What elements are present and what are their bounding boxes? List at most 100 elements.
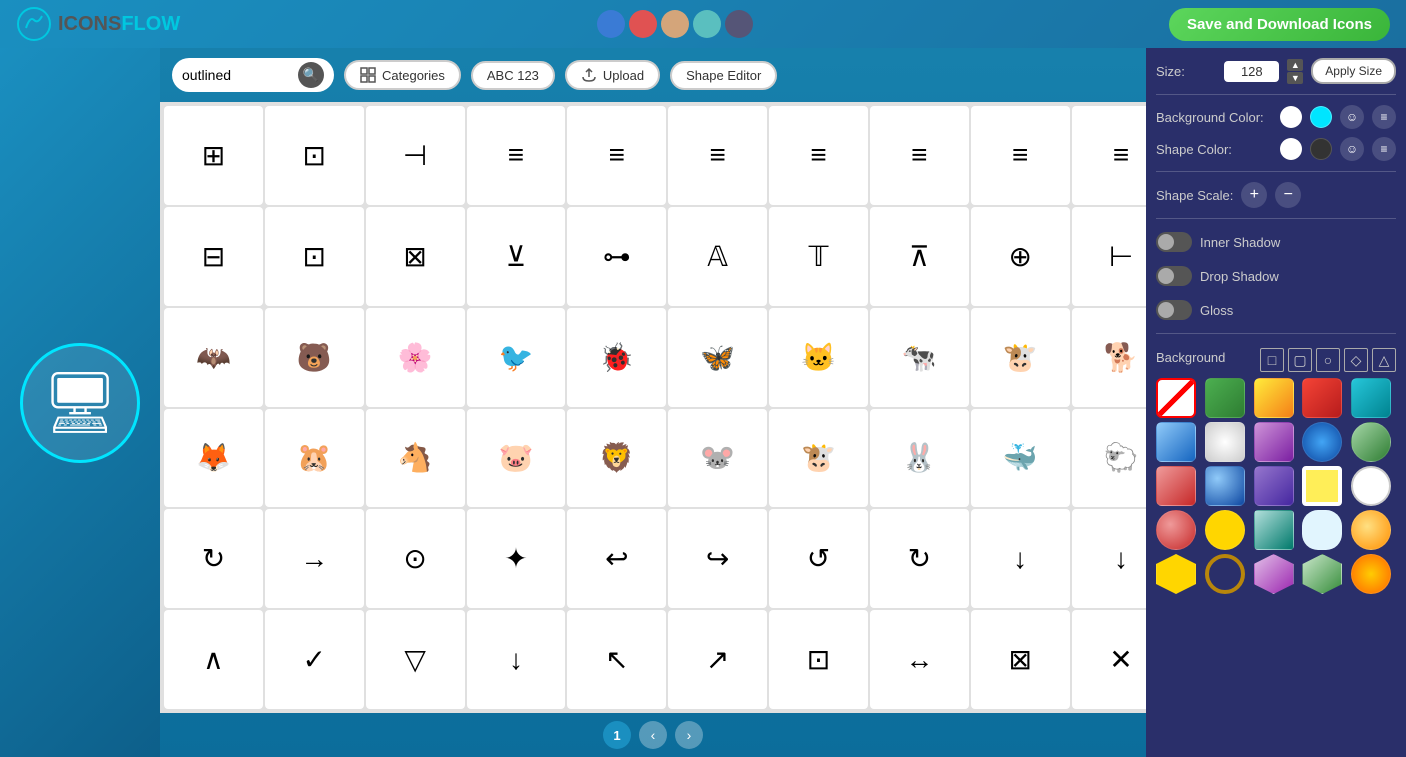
size-input[interactable] — [1224, 61, 1279, 82]
icon-cell[interactable]: ↖ — [567, 610, 666, 709]
icon-cell[interactable]: ≡ — [668, 106, 767, 205]
bg-swatch-blue-shiny[interactable] — [1205, 466, 1245, 506]
bg-swatch-white-circle[interactable] — [1351, 466, 1391, 506]
icon-cell[interactable]: 🐮 — [769, 409, 868, 508]
bg-swatch-ring[interactable] — [1205, 554, 1245, 594]
icon-cell[interactable]: ↓ — [1072, 509, 1146, 608]
icon-cell[interactable]: 🐞 — [567, 308, 666, 407]
icon-cell[interactable]: ↻ — [164, 509, 263, 608]
bg-swatch-gold[interactable] — [1351, 510, 1391, 550]
shape-color-more-button[interactable]: ≡ — [1372, 137, 1396, 161]
icon-cell[interactable]: ⊢ — [1072, 207, 1146, 306]
icon-cell[interactable]: 🐰 — [870, 409, 969, 508]
bg-color-pick-button[interactable]: ☺ — [1340, 105, 1364, 129]
icon-cell[interactable]: → — [265, 509, 364, 608]
bg-swatch-light-blue[interactable] — [1156, 422, 1196, 462]
bg-swatch-mint[interactable] — [1254, 510, 1294, 550]
search-input[interactable] — [182, 67, 292, 83]
bg-swatch-lime[interactable] — [1351, 422, 1391, 462]
icon-cell[interactable]: ↔ — [870, 610, 969, 709]
icon-cell[interactable]: ⊠ — [971, 610, 1070, 709]
icon-cell[interactable]: 🐹 — [265, 409, 364, 508]
bg-swatch-hexagon[interactable] — [1156, 554, 1196, 594]
icon-cell[interactable]: ⊡ — [265, 106, 364, 205]
icon-cell[interactable]: ⊞ — [164, 106, 263, 205]
icon-cell[interactable]: ∧ — [164, 610, 263, 709]
icon-cell[interactable]: 🐭 — [668, 409, 767, 508]
icon-cell[interactable]: 🐮 — [971, 308, 1070, 407]
icon-cell[interactable]: 🐕 — [1072, 308, 1146, 407]
icon-cell[interactable]: ▽ — [366, 610, 465, 709]
icon-cell[interactable]: 🐦 — [467, 308, 566, 407]
icon-cell[interactable]: ⊼ — [870, 207, 969, 306]
bg-swatch-sun[interactable] — [1205, 510, 1245, 550]
icon-cell[interactable]: 🦋 — [668, 308, 767, 407]
icon-cell[interactable]: 🐷 — [467, 409, 566, 508]
icon-cell[interactable]: ↓ — [467, 610, 566, 709]
icon-cell[interactable]: 🦇 — [164, 308, 263, 407]
gloss-toggle[interactable] — [1156, 300, 1192, 320]
icon-cell[interactable]: ⊡ — [769, 610, 868, 709]
icon-cell[interactable]: 🦁 — [567, 409, 666, 508]
scale-plus-button[interactable]: + — [1241, 182, 1267, 208]
color-swatch-dark[interactable] — [725, 10, 753, 38]
prev-page-button[interactable]: ‹ — [639, 721, 667, 749]
icon-cell[interactable]: ✕ — [1072, 610, 1146, 709]
size-down-button[interactable]: ▼ — [1287, 72, 1303, 84]
bg-swatch-green-hex[interactable] — [1302, 554, 1342, 594]
bg-swatch-red-ball[interactable] — [1156, 510, 1196, 550]
icon-cell[interactable]: ⊣ — [366, 106, 465, 205]
bg-swatch-yellow-stamp[interactable] — [1302, 466, 1342, 506]
shape-color-pick-button[interactable]: ☺ — [1340, 137, 1364, 161]
icon-cell[interactable]: 🌸 — [366, 308, 465, 407]
icon-cell[interactable]: ↓ — [971, 509, 1070, 608]
icon-cell[interactable]: ≡ — [769, 106, 868, 205]
bg-swatch-pink[interactable] — [1156, 466, 1196, 506]
color-swatch-peach[interactable] — [661, 10, 689, 38]
abc-button[interactable]: ABC 123 — [471, 61, 555, 90]
size-up-button[interactable]: ▲ — [1287, 59, 1303, 71]
icon-cell[interactable]: 🐴 — [366, 409, 465, 508]
bg-swatch-teal[interactable] — [1351, 378, 1391, 418]
shape-color-dark[interactable] — [1310, 138, 1332, 160]
icon-cell[interactable]: 🐱 — [769, 308, 868, 407]
icon-cell[interactable]: ↪ — [668, 509, 767, 608]
bg-shape-circle[interactable]: ○ — [1316, 348, 1340, 372]
icon-cell[interactable]: ≡ — [1072, 106, 1146, 205]
icon-cell[interactable]: 🐻 — [265, 308, 364, 407]
color-swatch-blue[interactable] — [597, 10, 625, 38]
bg-swatch-green[interactable] — [1205, 378, 1245, 418]
icon-cell[interactable]: ↺ — [769, 509, 868, 608]
color-swatch-red[interactable] — [629, 10, 657, 38]
icon-cell[interactable]: ⊙ — [366, 509, 465, 608]
icon-cell[interactable]: ↩ — [567, 509, 666, 608]
bg-shape-rounded[interactable]: ▢ — [1288, 348, 1312, 372]
drop-shadow-toggle[interactable] — [1156, 266, 1192, 286]
icon-cell[interactable]: ≡ — [567, 106, 666, 205]
color-swatch-teal[interactable] — [693, 10, 721, 38]
icon-cell[interactable]: ⊕ — [971, 207, 1070, 306]
icon-cell[interactable]: 🐳 — [971, 409, 1070, 508]
search-button[interactable]: 🔍 — [298, 62, 324, 88]
bg-swatch-lavender[interactable] — [1254, 422, 1294, 462]
bg-color-cyan[interactable] — [1310, 106, 1332, 128]
icon-cell[interactable]: ⊠ — [366, 207, 465, 306]
bg-swatch-silver[interactable] — [1205, 422, 1245, 462]
inner-shadow-toggle[interactable] — [1156, 232, 1192, 252]
icon-cell[interactable]: 𝔸 — [668, 207, 767, 306]
bg-swatch-purple[interactable] — [1254, 466, 1294, 506]
icon-cell[interactable]: 🐄 — [870, 308, 969, 407]
bg-shape-square[interactable]: □ — [1260, 348, 1284, 372]
bg-shape-triangle[interactable]: △ — [1372, 348, 1396, 372]
icon-cell[interactable]: 𝕋 — [769, 207, 868, 306]
bg-swatch-blue-circle[interactable] — [1302, 422, 1342, 462]
bg-shape-diamond[interactable]: ◇ — [1344, 348, 1368, 372]
bg-color-white[interactable] — [1280, 106, 1302, 128]
icon-cell[interactable]: ⊻ — [467, 207, 566, 306]
scale-minus-button[interactable]: − — [1275, 182, 1301, 208]
icon-cell[interactable]: 🦊 — [164, 409, 263, 508]
next-page-button[interactable]: › — [675, 721, 703, 749]
icon-cell[interactable]: ≡ — [870, 106, 969, 205]
icon-cell[interactable]: ↻ — [870, 509, 969, 608]
save-download-button[interactable]: Save and Download Icons — [1169, 8, 1390, 41]
